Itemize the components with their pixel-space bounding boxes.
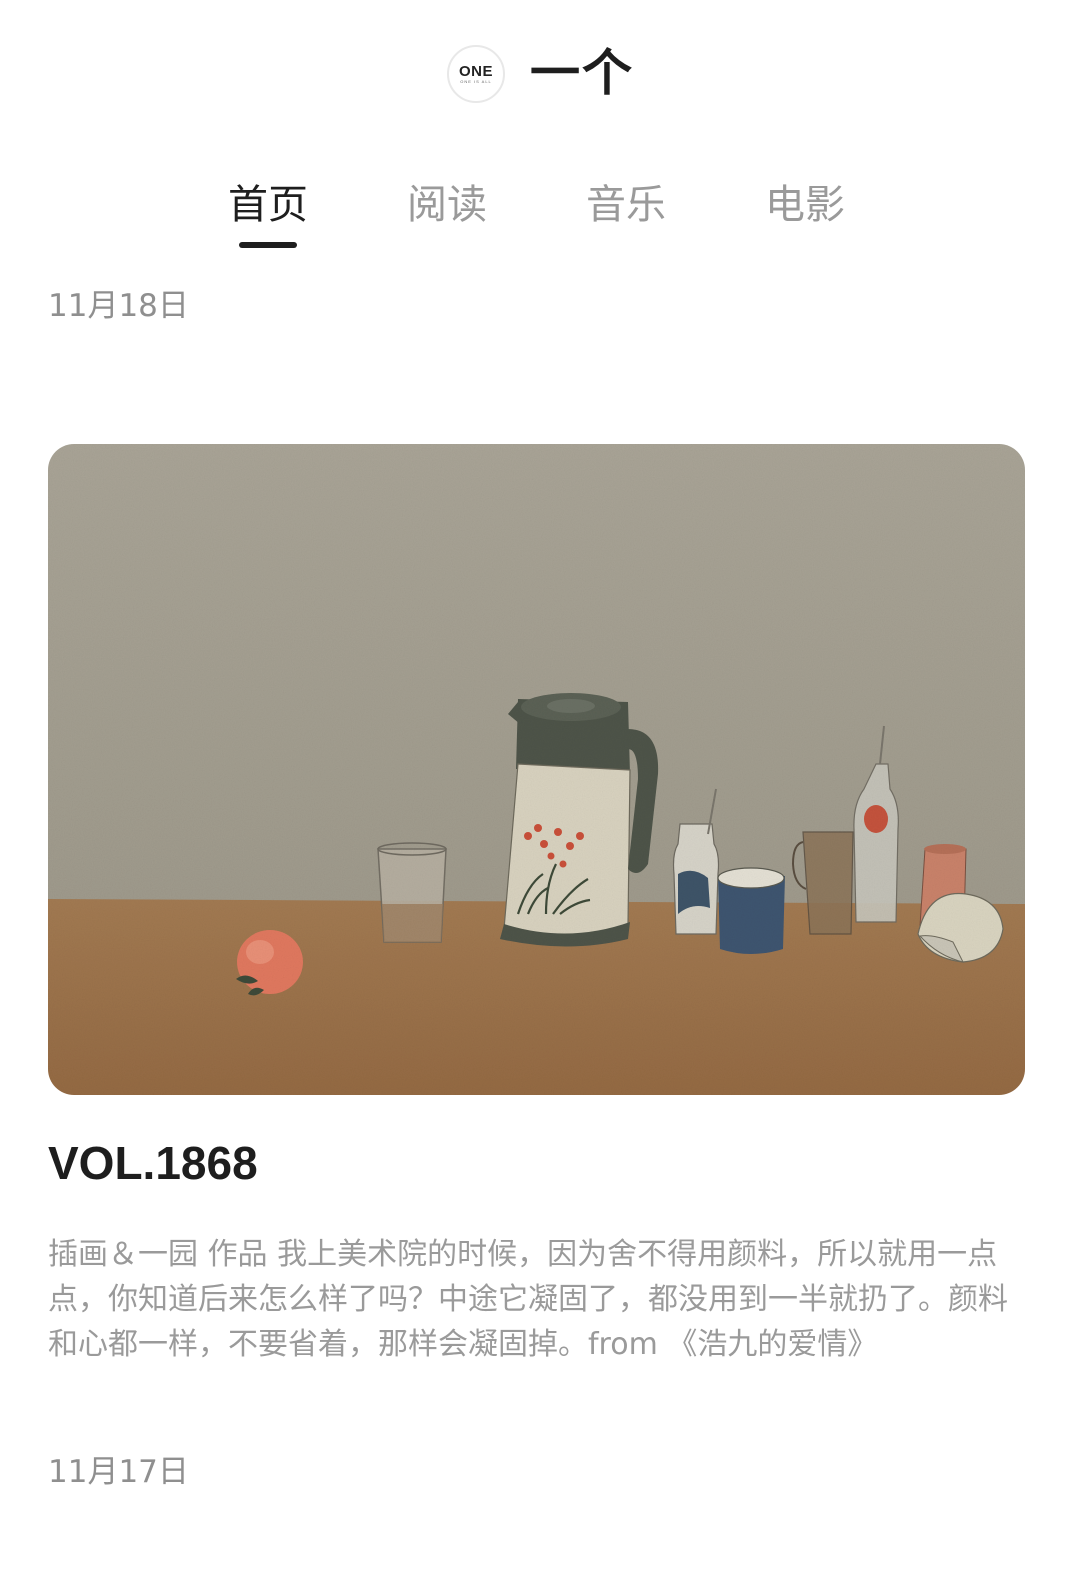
illustration-description: 插画＆一园 作品 我上美术院的时候，因为舍不得用颜料，所以就用一点点，你知道后来… [48,1237,1008,1362]
tab-music[interactable]: 音乐 [586,170,666,240]
one-logo-icon[interactable]: ONE ONE IS ALL [447,45,505,103]
blue-mug [717,867,785,954]
feed-date: 11月18日 [48,288,189,324]
drinking-glass [377,842,447,943]
tab-reading[interactable]: 阅读 [407,170,487,240]
tab-movie[interactable]: 电影 [765,170,845,240]
active-tab-indicator [239,242,297,248]
logo-text: ONE [458,63,493,80]
feed-date-previous: 11月17日 [48,1454,189,1490]
volume-number[interactable]: VOL.1868 [48,1135,258,1191]
illustration-image[interactable] [48,444,1025,1095]
app-title: 一个 [530,44,634,102]
app-header: ONE ONE IS ALL 一个 [0,0,1080,150]
logo-subtext: ONE IS ALL [460,79,492,84]
still-life-illustration [48,444,1025,1095]
tab-bar: 首页 阅读 音乐 电影 [0,170,1080,260]
tab-home[interactable]: 首页 [228,170,308,240]
